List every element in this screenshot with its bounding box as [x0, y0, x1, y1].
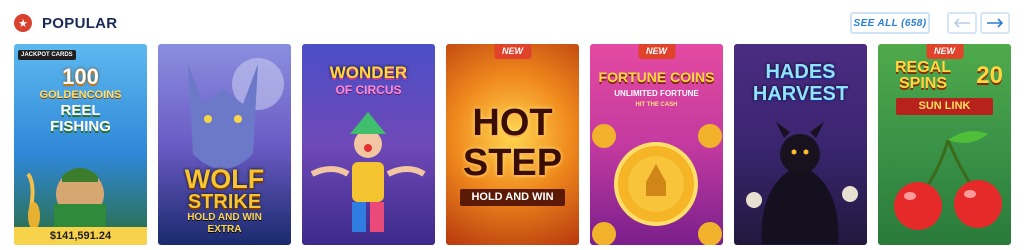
game-art-text: STRIKE: [187, 191, 262, 213]
game-art-text: GOLDENCOINS: [39, 89, 122, 101]
game-art-text: JACKPOT CARDS: [18, 50, 76, 60]
game-art-text: REEL: [60, 102, 101, 119]
new-badge: NEW: [494, 44, 531, 59]
game-art-text: HOLD AND WIN: [460, 189, 565, 206]
game-card[interactable]: NEW REGAL SPINS 20 SUN LINK: [878, 44, 1011, 245]
section-header: ★ POPULAR: [14, 10, 117, 36]
game-art-text: SUN LINK: [896, 98, 993, 115]
game-card[interactable]: WOLF STRIKE HOLD AND WIN EXTRA: [158, 44, 291, 245]
game-art-text: REGAL: [895, 59, 951, 76]
new-badge: NEW: [638, 44, 675, 59]
new-badge: NEW: [926, 44, 963, 59]
game-art-text: OF CIRCUS: [335, 83, 402, 97]
game-card[interactable]: WONDER OF CIRCUS: [302, 44, 435, 245]
game-art-text: FISHING: [50, 118, 111, 135]
game-art-text: FORTUNE COINS: [598, 69, 715, 85]
game-card[interactable]: JACKPOT CARDS 100 GOLDENCOINS REEL FISHI…: [14, 44, 147, 245]
section-title: POPULAR: [42, 14, 118, 32]
see-all-button[interactable]: SEE ALL (658): [850, 12, 930, 34]
star-badge-icon: ★: [14, 14, 32, 32]
arrow-right-icon: [987, 18, 1004, 28]
prev-button[interactable]: [947, 12, 977, 34]
game-art-text: EXTRA: [207, 224, 242, 235]
game-art-text: SPINS: [898, 75, 947, 92]
game-art-text: 100: [62, 64, 99, 89]
next-button[interactable]: [980, 12, 1010, 34]
jackpot-amount: $141,591.24: [14, 227, 147, 245]
game-art-text: HOLD AND WIN: [187, 212, 262, 223]
game-card[interactable]: NEW FORTUNE COINS UNLIMITED FORTUNE HIT …: [590, 44, 723, 245]
arrow-left-icon: [953, 18, 970, 28]
game-art-text: HOT: [472, 102, 553, 144]
game-art-text: STEP: [462, 142, 563, 184]
game-card[interactable]: HADES HARVEST: [734, 44, 867, 245]
game-art-text: WONDER: [329, 63, 408, 82]
game-art-text: WOLF: [184, 164, 265, 194]
game-card[interactable]: NEW HOT STEP HOLD AND WIN: [446, 44, 579, 245]
game-art-text: HIT THE CASH: [635, 102, 678, 108]
game-art-text: 20: [976, 62, 1003, 89]
game-art-text: HADES: [765, 61, 836, 83]
game-art-text: HARVEST: [752, 83, 849, 105]
game-art-text: UNLIMITED FORTUNE: [614, 89, 699, 98]
